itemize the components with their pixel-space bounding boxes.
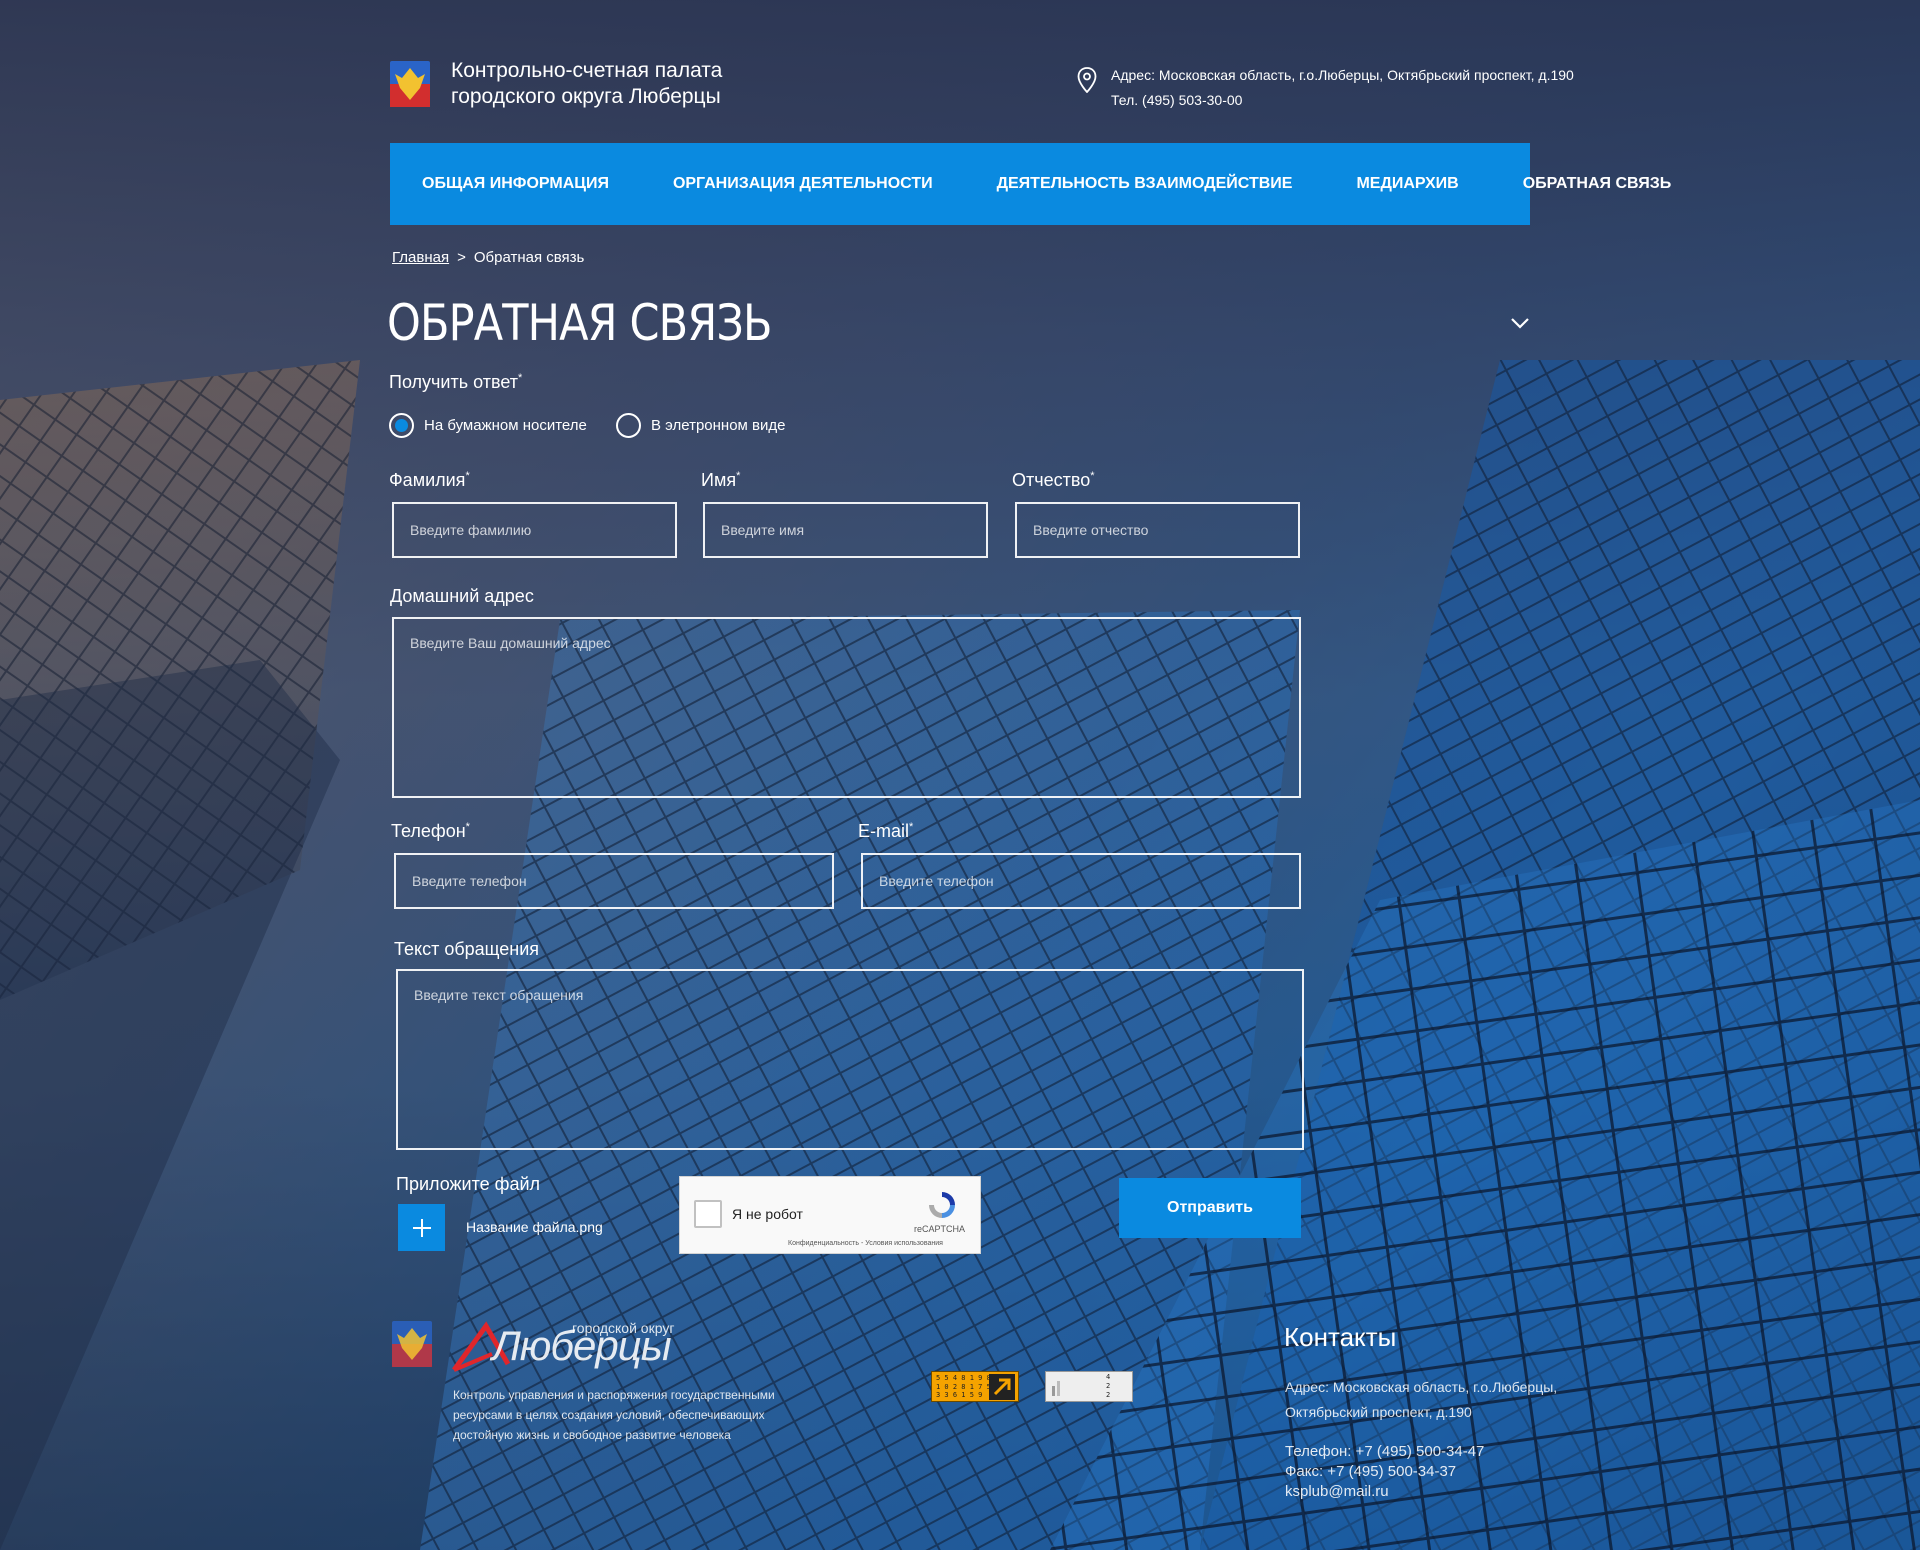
- breadcrumb: Главная > Обратная связь: [392, 249, 584, 266]
- radio-electronic[interactable]: В элетронном виде: [616, 413, 785, 438]
- recaptcha-label: Я не робот: [732, 1206, 803, 1222]
- address-label: Домашний адрес: [390, 586, 534, 606]
- nav-item-organization[interactable]: Организация деятельности: [641, 166, 965, 202]
- breadcrumb-current: Обратная связь: [473, 249, 585, 266]
- attach-label: Приложите файл: [396, 1174, 541, 1194]
- footer-fax: Факс: +7 (495) 500-34-37: [1285, 1463, 1457, 1480]
- name-input[interactable]: [703, 502, 988, 558]
- counter-line-2: 1 0 2 8 1 7 5: [936, 1382, 991, 1391]
- breadcrumb-separator: >: [457, 249, 466, 266]
- footer-address-line1: Адрес: Московская область, г.о.Люберцы,: [1285, 1379, 1558, 1395]
- counter2-line-2: 2: [1106, 1382, 1111, 1390]
- attached-file-name: Название файла.png: [466, 1219, 603, 1235]
- radio-paper[interactable]: На бумажном носителе: [389, 413, 587, 438]
- breadcrumb-home-link[interactable]: Главная: [392, 249, 449, 266]
- phone-label: Телефон*: [391, 821, 470, 841]
- nav-item-feedback[interactable]: Обратная связь: [1491, 166, 1704, 202]
- main-nav: Общая информация Организация деятельност…: [390, 143, 1671, 225]
- chevron-down-icon[interactable]: [1510, 316, 1530, 330]
- email-input[interactable]: [861, 853, 1301, 909]
- recaptcha-checkbox[interactable]: [694, 1200, 722, 1228]
- add-file-button[interactable]: [398, 1204, 445, 1251]
- site-title-line1: Контрольно-счетная палата: [451, 59, 723, 82]
- patronymic-input[interactable]: [1015, 502, 1300, 558]
- nav-item-general-info[interactable]: Общая информация: [390, 166, 641, 202]
- message-textarea[interactable]: [396, 969, 1304, 1150]
- patronymic-label: Отчество*: [1012, 470, 1095, 490]
- radio-paper-label: На бумажном носителе: [424, 417, 587, 434]
- footer-coat-of-arms-icon: [392, 1321, 432, 1367]
- radio-button[interactable]: [616, 413, 641, 438]
- counter2-line-3: 2: [1106, 1391, 1111, 1399]
- counter-line-3: 3 3 6 1 5 9: [936, 1391, 983, 1399]
- arrow-up-right-icon: [989, 1374, 1015, 1400]
- coat-of-arms-icon: [390, 61, 430, 107]
- radio-electronic-label: В элетронном виде: [651, 417, 786, 434]
- surname-label: Фамилия*: [389, 470, 470, 490]
- email-label: E-mail*: [858, 821, 914, 841]
- footer-tagline: Контроль управления и распоряжения госуд…: [453, 1388, 775, 1442]
- footer-logo-name: Люберцы: [492, 1322, 672, 1369]
- counter2-line-1: 4: [1106, 1373, 1111, 1381]
- name-label: Имя*: [701, 470, 741, 490]
- message-label: Текст обращения: [394, 939, 540, 959]
- recaptcha-widget: Я не робот reCAPTCHA Конфиденциальность …: [679, 1176, 981, 1254]
- header-address: Адрес: Московская область, г.о.Люберцы, …: [1111, 67, 1574, 83]
- visitor-counter-stats[interactable]: 4 2 2: [1045, 1371, 1133, 1402]
- visitor-counter-liveinternet[interactable]: 5 5 4 8 1 9 8 1 0 2 8 1 7 5 3 3 6 1 5 9: [931, 1371, 1019, 1402]
- footer-contacts-title: Контакты: [1284, 1322, 1397, 1352]
- footer-address-line2: Октябрьский проспект, д.190: [1285, 1404, 1472, 1420]
- site-title[interactable]: Контрольно-счетная палата городского окр…: [451, 58, 771, 110]
- submit-button[interactable]: Отправить: [1119, 1178, 1301, 1238]
- footer-phone[interactable]: Телефон: +7 (495) 500-34-47: [1285, 1443, 1484, 1460]
- phone-input[interactable]: [394, 853, 834, 909]
- nav-item-activity[interactable]: Деятельность Взаимодействие: [965, 166, 1325, 202]
- recaptcha-brand: reCAPTCHA: [914, 1224, 966, 1234]
- site-title-line2: городского округа Люберцы: [451, 85, 721, 108]
- recaptcha-terms[interactable]: Конфиденциальность - Условия использован…: [788, 1240, 943, 1247]
- header-phone[interactable]: Тел. (495) 503-30-00: [1111, 88, 1574, 113]
- location-pin-icon: [1077, 67, 1097, 93]
- footer-email[interactable]: ksplub@mail.ru: [1285, 1483, 1389, 1500]
- surname-input[interactable]: [392, 502, 677, 558]
- page-title: ОБРАТНАЯ СВЯЗЬ: [387, 294, 773, 352]
- counter-line-1: 5 5 4 8 1 9 8: [936, 1374, 991, 1382]
- nav-item-media-archive[interactable]: Медиархив: [1324, 166, 1490, 202]
- plus-icon: [412, 1218, 431, 1237]
- bar-chart-icon: [1052, 1381, 1060, 1396]
- footer-address: Адрес: Московская область, г.о.Люберцы, …: [1285, 1375, 1557, 1425]
- address-textarea[interactable]: [392, 617, 1301, 798]
- recaptcha-logo-icon: [929, 1192, 955, 1218]
- radio-button-selected[interactable]: [389, 413, 414, 438]
- response-type-label: Получить ответ*: [389, 372, 523, 392]
